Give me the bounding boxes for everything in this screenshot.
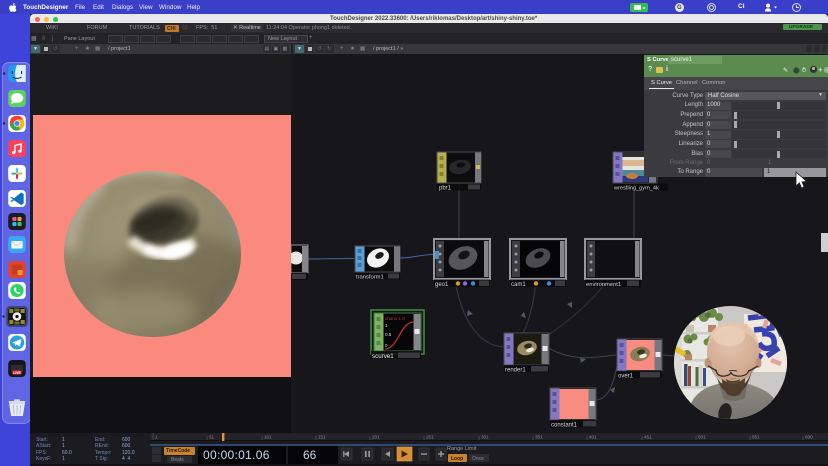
svg-text:over1: over1 (618, 374, 634, 380)
svg-text:constant1: constant1 (551, 423, 578, 429)
svg-text:501: 501 (698, 435, 706, 440)
svg-text:pbr1: pbr1 (439, 186, 452, 192)
svg-text:wrestling_gym_4k: wrestling_gym_4k (613, 186, 659, 192)
svg-text:251: 251 (426, 435, 434, 440)
svg-text:scurve1: scurve1 (372, 353, 394, 360)
svg-text:401: 401 (589, 435, 597, 440)
svg-text:101: 101 (264, 435, 272, 440)
svg-text:201: 201 (372, 435, 380, 440)
svg-text:render1: render1 (505, 368, 526, 374)
svg-text:600: 600 (805, 435, 813, 440)
svg-text:LIVE: LIVE (13, 371, 21, 375)
svg-text:transform1: transform1 (356, 275, 384, 281)
svg-text:0.5: 0.5 (385, 332, 392, 337)
svg-text:51: 51 (209, 435, 215, 440)
svg-text:geo1: geo1 (435, 282, 449, 288)
svg-text:351: 351 (535, 435, 543, 440)
svg-text:451: 451 (644, 435, 652, 440)
svg-text:301: 301 (481, 435, 489, 440)
svg-text:environment1: environment1 (586, 282, 621, 288)
svg-text:chan1 1.0: chan1 1.0 (385, 316, 405, 321)
svg-text:cam1: cam1 (511, 282, 526, 288)
svg-text:151: 151 (318, 435, 326, 440)
svg-text:551: 551 (752, 435, 760, 440)
svg-text:1: 1 (155, 435, 158, 440)
